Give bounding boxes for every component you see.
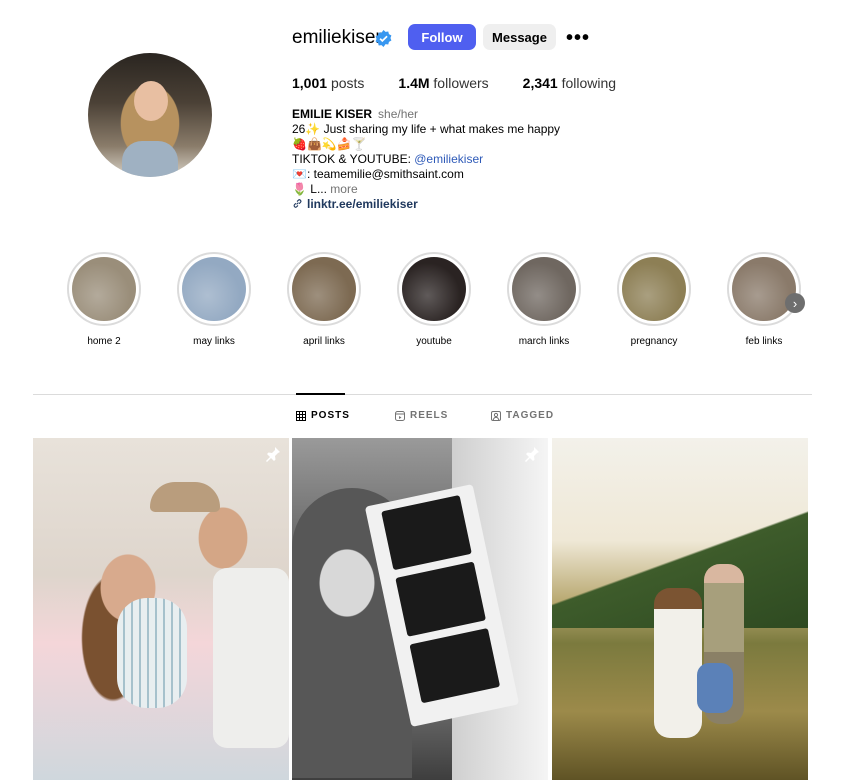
highlight-ring (617, 252, 691, 326)
highlight-label: home 2 (87, 336, 121, 347)
tagged-icon (491, 410, 501, 421)
follow-button[interactable]: Follow (408, 24, 476, 50)
highlight-cover (292, 257, 356, 321)
post-photo-detail (213, 568, 289, 748)
profile-stats: 1,001 posts 1.4M followers 2,341 followi… (292, 75, 650, 91)
message-button[interactable]: Message (483, 24, 556, 50)
tab-reels-label: REELS (410, 410, 449, 421)
bio-mention-link[interactable]: @emiliekiser (414, 152, 483, 166)
followers-label: followers (433, 75, 489, 91)
followers-count: 1.4M (398, 75, 430, 91)
bio-line-1: 26✨ Just sharing my life + what makes me… (292, 122, 561, 136)
pinned-icon (525, 447, 539, 462)
highlight-label: youtube (416, 336, 452, 347)
active-tab-indicator (296, 393, 345, 395)
bio-line-2: 🍓👜💫🍰🍸 (292, 137, 367, 151)
highlight-ring (287, 252, 361, 326)
post-tile[interactable] (292, 438, 548, 780)
avatar-face (134, 81, 168, 121)
post-tile[interactable] (552, 438, 808, 780)
bio-line-5-text: 🌷 L... (292, 182, 331, 196)
post-tile[interactable] (33, 438, 289, 780)
highlight-cover (732, 257, 796, 321)
bio-link-row[interactable]: linktr.ee/emiliekiser (292, 197, 632, 212)
post-photo-detail (150, 482, 220, 512)
highlight-ring (67, 252, 141, 326)
bio-line-3-text: TIKTOK & YOUTUBE: (292, 152, 415, 166)
following-label: following (561, 75, 617, 91)
highlight-ring (727, 252, 801, 326)
highlight-label: march links (518, 336, 570, 347)
avatar-shirt (122, 141, 178, 177)
posts-count: 1,001 (292, 75, 328, 91)
highlight-cover (182, 257, 246, 321)
highlight-ring (177, 252, 251, 326)
story-highlight[interactable]: april links (279, 252, 369, 347)
bio-pronouns: she/her (378, 107, 419, 121)
more-options-icon[interactable]: ••• (566, 27, 590, 50)
profile-username: emiliekiser (292, 27, 382, 48)
profile-avatar[interactable] (88, 53, 212, 177)
following-stat[interactable]: 2,341 following (523, 75, 616, 91)
tab-posts-label: POSTS (311, 410, 350, 421)
reels-icon (395, 410, 405, 421)
story-highlight[interactable]: march links (499, 252, 589, 347)
highlight-ring (507, 252, 581, 326)
profile-bio: EMILIE KISER she/her 26✨ Just sharing my … (292, 107, 632, 212)
tab-posts[interactable]: POSTS (296, 410, 350, 421)
tabs-divider (33, 394, 812, 395)
bio-full-name: EMILIE KISER (292, 107, 373, 121)
bio-name-row: EMILIE KISER she/her (292, 107, 632, 122)
grid-icon (296, 410, 306, 421)
following-count: 2,341 (522, 75, 558, 91)
tab-tagged[interactable]: TAGGED (491, 410, 554, 421)
verified-badge-icon (375, 30, 392, 47)
bio-external-link[interactable]: linktr.ee/emiliekiser (307, 197, 418, 211)
post-photo-detail (117, 598, 187, 708)
tab-tagged-label: TAGGED (506, 410, 555, 421)
story-highlight[interactable]: youtube (389, 252, 479, 347)
post-photo-detail (654, 588, 702, 738)
bio-line-3: TIKTOK & YOUTUBE: @emiliekiser (292, 152, 632, 167)
story-highlight[interactable]: may links (169, 252, 259, 347)
highlight-cover (512, 257, 576, 321)
bio-more-link[interactable]: more (330, 182, 357, 196)
link-icon (293, 199, 302, 208)
followers-stat[interactable]: 1.4M followers (398, 75, 488, 91)
bio-line-5: 🌷 L... more (292, 182, 632, 197)
highlight-label: pregnancy (630, 336, 678, 347)
pinned-icon (266, 447, 280, 462)
posts-stat: 1,001 posts (292, 75, 364, 91)
highlight-cover (72, 257, 136, 321)
post-photo-detail (697, 663, 733, 713)
story-highlight[interactable]: pregnancy (609, 252, 699, 347)
chevron-right-icon[interactable]: › (785, 293, 805, 313)
highlight-label: feb links (745, 336, 783, 347)
highlight-label: april links (303, 336, 345, 347)
bio-line-4: 💌: teamemilie@smithsaint.com (292, 167, 464, 181)
highlight-cover (622, 257, 686, 321)
highlight-cover (402, 257, 466, 321)
highlight-ring (397, 252, 471, 326)
story-highlight[interactable]: home 2 (59, 252, 149, 347)
posts-label: posts (330, 75, 365, 91)
tab-reels[interactable]: REELS (395, 410, 448, 421)
highlight-label: may links (193, 336, 235, 347)
